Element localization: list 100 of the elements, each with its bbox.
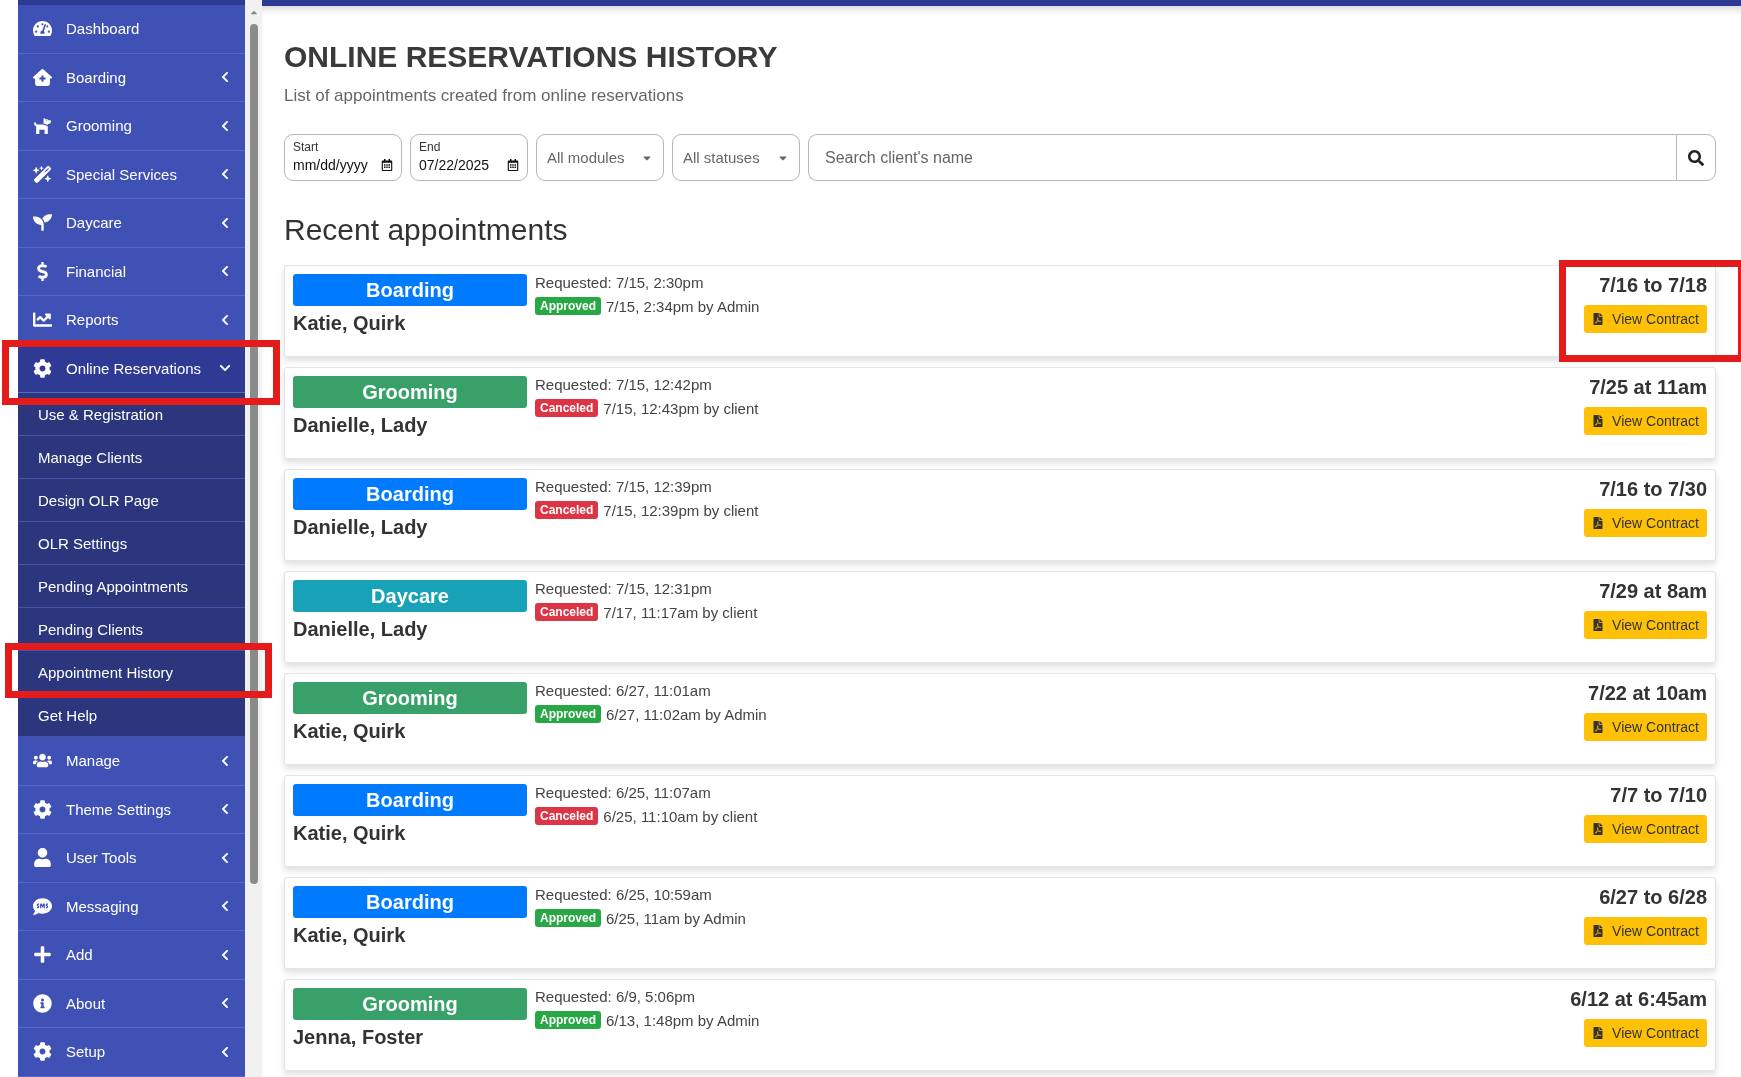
requested-text: Requested: 6/25, 11:07am	[535, 784, 712, 801]
view-contract-button[interactable]: View Contract	[1584, 1019, 1707, 1047]
status-detail: 7/15, 12:39pm by client	[603, 501, 759, 519]
status-detail: 6/25, 11:10am by client	[603, 807, 758, 825]
document-icon	[1592, 1027, 1605, 1039]
chevron-left-icon	[219, 754, 231, 767]
appointment-date: 6/12 at 6:45am	[1570, 988, 1707, 1011]
appointment-date: 7/29 at 8am	[1599, 580, 1707, 603]
chevron-left-icon	[219, 216, 231, 229]
document-icon	[1592, 721, 1605, 733]
document-icon	[1592, 517, 1605, 529]
search-icon	[1688, 149, 1704, 166]
sidebar-subitem[interactable]: Manage Clients	[18, 436, 245, 479]
sidebar-item[interactable]: Online Reservations	[18, 344, 245, 393]
status-badge: Canceled	[535, 807, 599, 825]
client-name: Jenna, Foster	[293, 1026, 425, 1049]
client-name: Katie, Quirk	[293, 822, 407, 845]
page-title: ONLINE RESERVATIONS HISTORY	[284, 40, 779, 74]
requested-text: Requested: 7/15, 12:42pm	[535, 376, 713, 393]
status-detail: 6/27, 11:02am by Admin	[606, 705, 767, 723]
client-name: Katie, Quirk	[293, 924, 407, 947]
requested-text: Requested: 7/15, 12:31pm	[535, 580, 713, 597]
sidebar-item[interactable]: User Tools	[18, 834, 245, 883]
sidebar-item[interactable]: Theme Settings	[18, 785, 245, 834]
requested-text: Requested: 6/25, 10:59am	[535, 886, 713, 903]
sidebar-item[interactable]: Boarding	[18, 53, 245, 102]
module-dropdown[interactable]: All modules	[536, 134, 664, 181]
appointment-date: 7/22 at 10am	[1588, 682, 1707, 705]
client-name: Danielle, Lady	[293, 516, 429, 539]
status-detail: 7/15, 2:34pm by Admin	[606, 297, 760, 315]
sidebar-subitem[interactable]: OLR Settings	[18, 522, 245, 565]
view-contract-button[interactable]: View Contract	[1584, 815, 1707, 843]
status-badge: Canceled	[535, 399, 599, 417]
requested-text: Requested: 7/15, 12:39pm	[535, 478, 713, 495]
chevron-left-icon	[219, 900, 231, 913]
view-contract-button[interactable]: View Contract	[1584, 713, 1707, 741]
search-button[interactable]	[1676, 134, 1716, 181]
sidebar-item[interactable]: About	[18, 979, 245, 1028]
document-icon	[1592, 925, 1605, 937]
module-label: Grooming	[293, 376, 527, 408]
chevron-left-icon	[219, 313, 231, 326]
client-name: Danielle, Lady	[293, 414, 429, 437]
view-contract-button[interactable]: View Contract	[1584, 509, 1707, 537]
sidebar-item[interactable]: Messaging	[18, 882, 245, 931]
module-label: Boarding	[293, 478, 527, 510]
status-badge: Approved	[535, 297, 601, 315]
document-icon	[1592, 415, 1605, 427]
chevron-left-icon	[219, 1045, 231, 1058]
appointment-date: 7/25 at 11am	[1589, 376, 1707, 399]
view-contract-button[interactable]: View Contract	[1584, 611, 1707, 639]
status-detail: 7/15, 12:43pm by client	[603, 399, 759, 417]
appointment-date: 7/16 to 7/18	[1599, 274, 1707, 297]
view-contract-button[interactable]: View Contract	[1584, 917, 1707, 945]
chevron-left-icon	[219, 851, 231, 864]
requested-text: Requested: 7/15, 2:30pm	[535, 274, 705, 291]
chevron-left-icon	[219, 997, 231, 1010]
status-badge: Approved	[535, 1011, 601, 1029]
page-subtitle: List of appointments created from online reservations	[284, 86, 685, 106]
module-label: Daycare	[293, 580, 527, 612]
module-label: Boarding	[293, 784, 527, 816]
calendar-icon[interactable]	[507, 159, 519, 171]
chevron-left-icon	[219, 948, 231, 961]
sidebar-item[interactable]: Setup	[18, 1028, 245, 1077]
chevron-left-icon	[219, 803, 231, 816]
status-badge: Approved	[535, 909, 601, 927]
requested-text: Requested: 6/27, 11:01am	[535, 682, 712, 699]
view-contract-button[interactable]: View Contract	[1584, 407, 1707, 435]
module-label: Grooming	[293, 988, 527, 1020]
end-date-field[interactable]: End 07/22/2025	[410, 134, 528, 181]
search-field[interactable]: Search client's name	[808, 134, 1676, 181]
status-badge: Canceled	[535, 603, 599, 621]
client-name: Katie, Quirk	[293, 720, 407, 743]
chevron-left-icon	[219, 168, 231, 181]
chevron-left-icon	[219, 71, 231, 84]
status-badge: Approved	[535, 705, 601, 723]
appointment-date: 6/27 to 6/28	[1599, 886, 1707, 909]
start-date-field[interactable]: Start mm/dd/yyyy	[284, 134, 402, 181]
module-label: Grooming	[293, 682, 527, 714]
view-contract-button[interactable]: View Contract	[1584, 305, 1707, 333]
scrollbar[interactable]	[245, 0, 262, 1077]
status-detail: 7/17, 11:17am by client	[603, 603, 758, 621]
client-name: Danielle, Lady	[293, 618, 429, 641]
status-detail: 6/13, 1:48pm by Admin	[606, 1011, 760, 1029]
status-badge: Canceled	[535, 501, 599, 519]
module-label: Boarding	[293, 274, 527, 306]
appointment-date: 7/7 to 7/10	[1610, 784, 1707, 807]
section-title: Recent appointments	[284, 213, 569, 247]
sidebar-subitem[interactable]: Pending Appointments	[18, 565, 245, 608]
document-icon	[1592, 313, 1605, 325]
requested-text: Requested: 6/9, 5:06pm	[535, 988, 697, 1005]
document-icon	[1592, 619, 1605, 631]
sidebar-subitem[interactable]: Design OLR Page	[18, 479, 245, 522]
module-label: Boarding	[293, 886, 527, 918]
status-dropdown[interactable]: All statuses	[672, 134, 800, 181]
calendar-icon[interactable]	[381, 159, 393, 171]
document-icon	[1592, 823, 1605, 835]
sidebar-subitem[interactable]: Appointment History	[18, 651, 245, 694]
chevron-left-icon	[219, 265, 231, 278]
appointment-date: 7/16 to 7/30	[1599, 478, 1707, 501]
client-name: Katie, Quirk	[293, 312, 407, 335]
